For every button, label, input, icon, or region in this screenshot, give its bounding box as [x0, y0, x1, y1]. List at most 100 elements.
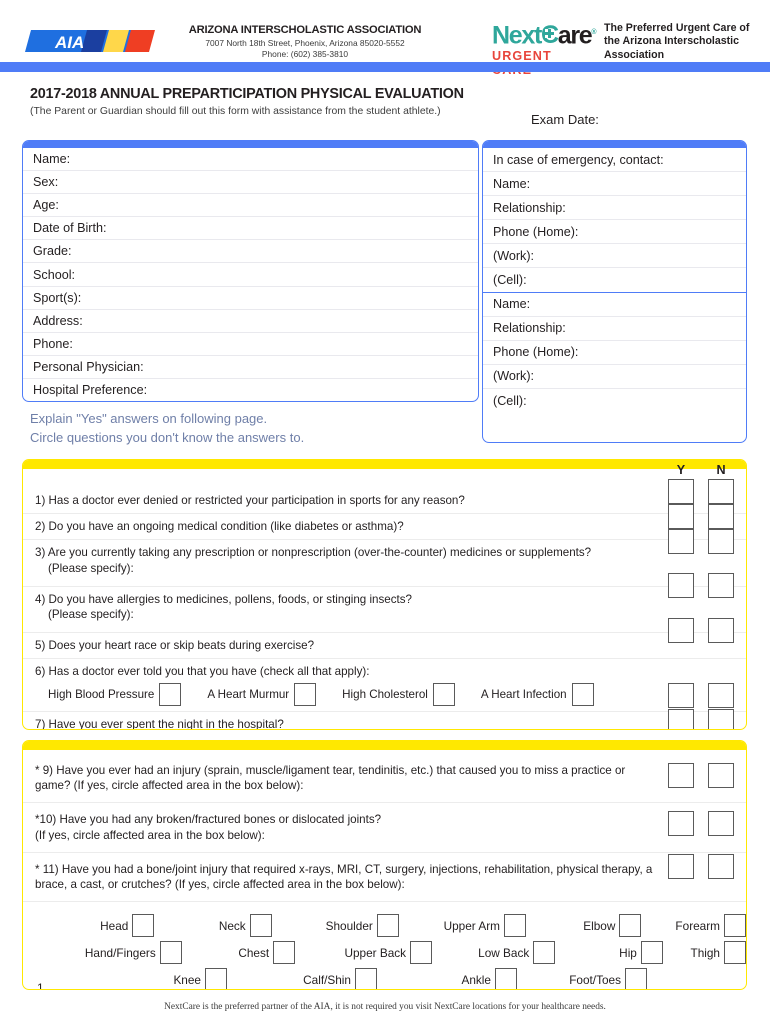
- body-part-checkbox[interactable]: [205, 968, 227, 989]
- field-label: Sex:: [33, 175, 59, 190]
- nextcare-cross-icon: C: [541, 23, 559, 48]
- body-part-label: Knee: [173, 972, 201, 987]
- body-part-item[interactable]: Neck: [154, 914, 272, 938]
- student-field-row[interactable]: Address:: [23, 310, 478, 333]
- yes-checkbox[interactable]: [668, 763, 694, 788]
- student-field-row[interactable]: Date of Birth:: [23, 217, 478, 241]
- student-field-row[interactable]: Phone:: [23, 333, 478, 356]
- yes-checkbox[interactable]: [668, 683, 694, 708]
- body-part-checkbox[interactable]: [355, 968, 377, 989]
- no-checkbox[interactable]: [708, 479, 734, 504]
- body-part-item[interactable]: Upper Arm: [399, 914, 526, 938]
- emergency-contact1-row[interactable]: Name:: [483, 172, 746, 197]
- body-part-item[interactable]: Elbow: [526, 914, 642, 938]
- yes-no-checkbox-pair: [668, 618, 734, 643]
- body-part-checkbox[interactable]: [376, 914, 399, 938]
- body-part-checkbox[interactable]: [495, 968, 517, 989]
- no-checkbox[interactable]: [708, 573, 734, 598]
- field-label: Age:: [33, 198, 59, 213]
- body-part-checkbox[interactable]: [132, 914, 155, 938]
- body-part-item[interactable]: Hip: [555, 941, 663, 965]
- page-number: 1: [37, 981, 44, 990]
- no-checkbox[interactable]: [708, 763, 734, 788]
- emergency-contact2-row[interactable]: (Cell):: [483, 389, 746, 413]
- emergency-contact1-row[interactable]: Phone (Home):: [483, 220, 746, 245]
- question-row: 6) Has a doctor ever told you that you h…: [23, 659, 746, 712]
- no-checkbox[interactable]: [708, 504, 734, 529]
- question-subtext: (Please specify):: [48, 561, 134, 575]
- emergency-contact2-row[interactable]: (Work):: [483, 365, 746, 389]
- condition-checkbox[interactable]: [294, 682, 317, 706]
- yes-checkbox[interactable]: [668, 618, 694, 643]
- body-part-item[interactable]: Knee: [37, 968, 227, 989]
- condition-checkbox[interactable]: [571, 682, 594, 706]
- body-part-checkbox[interactable]: [640, 941, 663, 965]
- body-part-item[interactable]: Hand/Fingers: [37, 941, 182, 965]
- student-field-row[interactable]: Sex:: [23, 171, 478, 195]
- no-checkbox[interactable]: [708, 618, 734, 643]
- body-part-checkbox[interactable]: [273, 941, 296, 965]
- body-part-item[interactable]: Shoulder: [272, 914, 399, 938]
- condition-checkbox[interactable]: [159, 682, 182, 706]
- emergency-contact2-row[interactable]: Relationship:: [483, 317, 746, 341]
- body-part-checkbox[interactable]: [533, 941, 556, 965]
- body-part-checkbox[interactable]: [159, 941, 182, 965]
- no-checkbox[interactable]: [708, 854, 734, 879]
- no-checkbox[interactable]: [708, 683, 734, 708]
- body-part-checkbox[interactable]: [724, 914, 746, 938]
- emergency-panel-heading[interactable]: In case of emergency, contact:: [483, 148, 746, 173]
- condition-option[interactable]: A Heart Infection: [481, 682, 594, 706]
- body-part-checkbox[interactable]: [625, 968, 647, 989]
- yes-checkbox[interactable]: [668, 504, 694, 529]
- emergency-contact1-row[interactable]: (Cell):: [483, 268, 746, 293]
- exam-date-label: Exam Date:: [531, 112, 599, 127]
- body-part-checkbox[interactable]: [249, 914, 272, 938]
- yes-checkbox[interactable]: [668, 854, 694, 879]
- student-field-row[interactable]: School:: [23, 263, 478, 287]
- body-part-checkbox[interactable]: [619, 914, 642, 938]
- student-field-row[interactable]: Hospital Preference:: [23, 379, 478, 401]
- condition-option[interactable]: A Heart Murmur: [207, 682, 317, 706]
- emergency-contact2-row[interactable]: Phone (Home):: [483, 341, 746, 365]
- nextcare-name-next: Next: [492, 21, 542, 50]
- body-part-checkbox[interactable]: [503, 914, 526, 938]
- question-row: * 9) Have you ever had an injury (sprain…: [23, 754, 746, 804]
- emergency-contact1-row[interactable]: (Work):: [483, 244, 746, 269]
- body-part-item[interactable]: Thigh: [663, 941, 746, 965]
- body-part-label: Elbow: [583, 918, 616, 933]
- student-field-row[interactable]: Grade:: [23, 240, 478, 264]
- body-part-label: Hip: [619, 945, 637, 960]
- yes-checkbox[interactable]: [668, 811, 694, 836]
- yes-checkbox[interactable]: [668, 573, 694, 598]
- aia-org-name: ARIZONA INTERSCHOLASTIC ASSOCIATION: [188, 24, 422, 36]
- body-part-item[interactable]: Low Back: [432, 941, 556, 965]
- no-checkbox[interactable]: [708, 529, 734, 554]
- body-part-item[interactable]: Forearm: [641, 914, 746, 938]
- student-field-row[interactable]: Personal Physician:: [23, 356, 478, 379]
- condition-option[interactable]: High Cholesterol: [342, 682, 455, 706]
- body-part-item[interactable]: Ankle: [377, 968, 517, 989]
- body-part-checkbox[interactable]: [724, 941, 746, 965]
- body-part-row: Head Neck Shoulder Upper Arm Elbow Forearm: [23, 914, 746, 938]
- yes-checkbox[interactable]: [668, 479, 694, 504]
- body-part-item[interactable]: Head: [37, 914, 155, 938]
- student-field-row[interactable]: Sport(s):: [23, 287, 478, 310]
- body-part-item[interactable]: Chest: [182, 941, 296, 965]
- field-label: In case of emergency, contact:: [493, 152, 664, 167]
- yes-checkbox[interactable]: [668, 529, 694, 554]
- body-part-checkbox[interactable]: [410, 941, 433, 965]
- no-checkbox[interactable]: [708, 811, 734, 836]
- no-checkbox[interactable]: [708, 709, 734, 729]
- condition-checkbox[interactable]: [432, 682, 455, 706]
- emergency-contact2-row[interactable]: Name:: [483, 293, 746, 317]
- body-part-item[interactable]: Upper Back: [295, 941, 433, 965]
- condition-option[interactable]: High Blood Pressure: [48, 682, 182, 706]
- yes-checkbox[interactable]: [668, 709, 694, 729]
- aia-org-info: ARIZONA INTERSCHOLASTIC ASSOCIATION 7007…: [160, 24, 450, 60]
- emergency-contact1-row[interactable]: Relationship:: [483, 196, 746, 221]
- body-part-item[interactable]: Calf/Shin: [227, 968, 377, 989]
- student-field-row[interactable]: Name:: [23, 148, 478, 172]
- body-part-item[interactable]: Foot/Toes: [517, 968, 647, 989]
- student-field-row[interactable]: Age:: [23, 194, 478, 218]
- yes-no-checkbox-pair: [668, 683, 734, 708]
